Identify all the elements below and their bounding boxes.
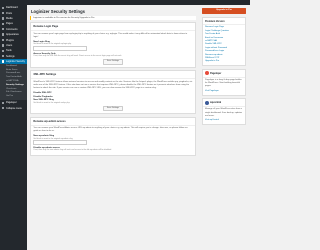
upgrade-button[interactable]: Upgrade to Pro (202, 8, 246, 14)
option-description: If set, then only the URL with the secre… (33, 55, 122, 58)
menu-icon (2, 22, 5, 26)
main-content: Loginizer Security Settings Loginizer is… (30, 5, 196, 158)
menu-icon (2, 11, 5, 15)
pagelayer-link[interactable]: Visit Pagelayer (205, 90, 243, 93)
sidebar-item-label: Pagelayer (5, 101, 17, 105)
option-label: Disable XML-RPC (33, 91, 52, 94)
menu-icon (2, 6, 5, 9)
premium-links: Rename Login Page Login Challenge Questio… (203, 25, 245, 65)
menu-icon (2, 49, 5, 53)
setting-option: New wp-admin Slug Set blank to reset to t… (33, 135, 192, 146)
sidebar-item-label: Loginizer Security (5, 60, 25, 64)
sidebar-item-label: Comments (5, 27, 18, 31)
premium-title: Premium Version (203, 18, 245, 26)
setting-option: Disable wp-admin access If set, then only… (33, 147, 192, 151)
settings-card: Rename wp-admin access You can rename you… (30, 116, 196, 157)
sidebar-item-label: Settings (5, 54, 15, 58)
premium-feature-link[interactable]: Upgrade to Pro (205, 60, 243, 63)
settings-sections: Rename Login Page You can rename your Log… (30, 22, 196, 157)
sidebar-item-label: Users (5, 43, 13, 47)
sidebar-item-label: Plugins (5, 38, 14, 42)
pagelayer-text: Pagelayer is a drag & drop page builder … (205, 79, 242, 88)
settings-card: XML-RPC Settings WordPress's XML-RPC feat… (30, 70, 196, 115)
pagelayer-brand: Pagelayer (203, 70, 245, 78)
menu-icon (2, 60, 5, 63)
page-title: Loginizer Security Settings (31, 9, 85, 14)
card-description: WordPress's XML-RPC feature allows exter… (33, 81, 193, 90)
menu-icon (2, 44, 5, 47)
sidebar-item-label: Tools (5, 49, 12, 53)
setting-option: New Login Slug Set blank to reset to the … (33, 41, 192, 52)
wpcentral-box: wpcentral Manage all your WordPress site… (202, 98, 246, 126)
menu-icon (2, 38, 5, 42)
menu-icon (2, 55, 5, 58)
menu-icon (2, 106, 5, 110)
sidebar-item-label: Media (5, 16, 13, 20)
card-title: Rename Login Page (31, 23, 195, 32)
card-description: You can rename your WordPress Admin acce… (33, 127, 188, 133)
sidebar-item-label: Dashboard (5, 6, 18, 10)
setting-option: New XML-RPC Slug Set blank to reset to th… (33, 99, 192, 103)
sidebar-item-label: Posts (5, 11, 12, 15)
save-settings-button[interactable]: Save Settings (103, 105, 123, 112)
save-settings-button[interactable]: Save Settings (103, 59, 123, 65)
sidebar-item-label: Collapse menu (5, 106, 22, 110)
pagelayer-brand-name: Pagelayer (210, 71, 222, 75)
card-title: XML-RPC Settings (31, 71, 195, 80)
sidebar-subitem[interactable]: Go Pro (0, 95, 27, 99)
setting-option: Disable XML-RPC (33, 92, 192, 94)
sidebar-item[interactable]: Collapse menu (0, 105, 27, 110)
option-description: Set blank to reset to the original wp-ad… (33, 137, 73, 140)
wpcentral-link[interactable]: Visit wpCentral (205, 119, 243, 122)
sidebar-item-label: Pages (5, 22, 13, 26)
menu-icon (2, 17, 5, 20)
option-label: Disable Pingbacks (33, 95, 53, 98)
pagelayer-logo-icon (205, 71, 209, 76)
option-description: If set, then only the new admin slug wil… (33, 149, 112, 152)
menu-icon (2, 28, 5, 31)
slug-input[interactable] (33, 45, 88, 52)
notice-text: Loginizer is available in Pro version fo… (33, 16, 95, 19)
wpcentral-text: Manage all your WordPress sites from a s… (205, 108, 243, 117)
wpcentral-brand: wpcentral (203, 99, 245, 108)
settings-card: Rename Login Page You can rename your Log… (30, 22, 196, 68)
sidebar-submenu: Dashboard Brute Force PasswordLess Two Fact… (0, 64, 27, 101)
menu-icon (2, 101, 5, 104)
card-title: Rename wp-admin access (31, 118, 195, 126)
pagelayer-box: Pagelayer Pagelayer is a drag & drop pag… (202, 68, 246, 96)
sidebar-item-label: Appearance (5, 33, 19, 37)
card-description: You can rename your Login page from wp-l… (33, 33, 188, 39)
setting-option: Disable Pingbacks (33, 96, 192, 98)
wpcentral-brand-name: wpcentral (210, 101, 222, 105)
slug-input[interactable] (33, 140, 88, 146)
right-column: Premium Version Rename Login Page Login C… (202, 17, 246, 128)
admin-sidebar: Dashboard Posts Media Pages Comments Appearan… (0, 5, 27, 250)
premium-box: Premium Version Rename Login Page Login C… (202, 17, 246, 67)
wpcentral-logo-icon (205, 100, 209, 105)
option-description: Set blank to reset to the original xmlrp… (33, 101, 70, 104)
upgrade-notice: Loginizer is available in Pro version fo… (30, 15, 196, 21)
menu-icon (2, 33, 5, 36)
setting-option: Access Secretly Only If set, then only th… (33, 53, 192, 57)
